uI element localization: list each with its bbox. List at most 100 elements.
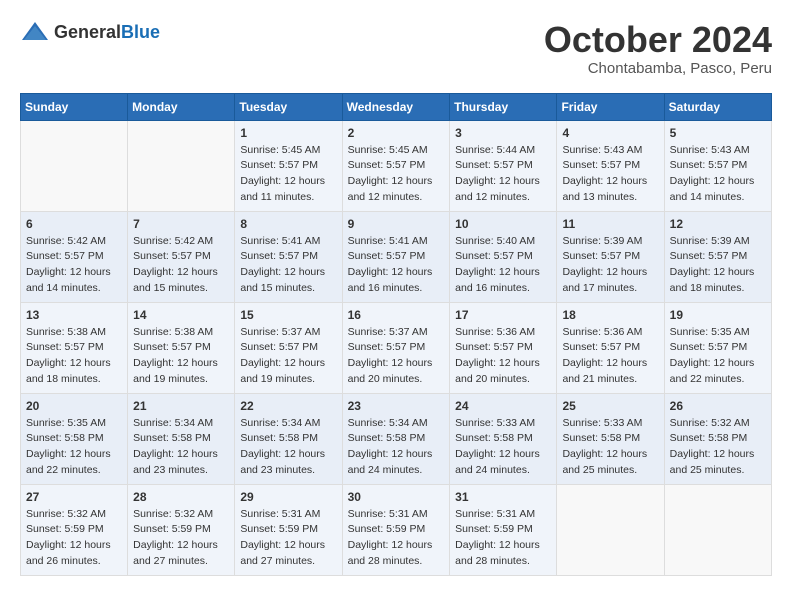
calendar-week-row: 6 Sunrise: 5:42 AMSunset: 5:57 PMDaylight…: [21, 211, 772, 302]
calendar-cell: 22 Sunrise: 5:34 AMSunset: 5:58 PMDayligh…: [235, 393, 342, 484]
calendar-cell: 3 Sunrise: 5:44 AMSunset: 5:57 PMDaylight…: [450, 120, 557, 211]
day-info: Sunrise: 5:35 AMSunset: 5:58 PMDaylight:…: [26, 416, 122, 479]
calendar-cell: 24Sunrise: 5:33 AMSunset: 5:58 PMDayligh…: [450, 393, 557, 484]
logo-icon: [20, 20, 50, 44]
day-number: 31: [455, 490, 551, 504]
day-info: Sunrise: 5:36 AMSunset: 5:57 PMDaylight:…: [562, 325, 658, 388]
day-number: 21: [133, 399, 229, 413]
calendar-cell: 14 Sunrise: 5:38 AMSunset: 5:57 PMDayligh…: [128, 302, 235, 393]
logo-general: General: [54, 22, 121, 42]
calendar-cell: 6 Sunrise: 5:42 AMSunset: 5:57 PMDaylight…: [21, 211, 128, 302]
day-number: 22: [240, 399, 336, 413]
calendar-cell: 1 Sunrise: 5:45 AMSunset: 5:57 PMDaylight…: [235, 120, 342, 211]
day-info: Sunrise: 5:34 AMSunset: 5:58 PMDaylight:…: [348, 416, 445, 479]
day-info: Sunrise: 5:43 AMSunset: 5:57 PMDaylight:…: [562, 143, 658, 206]
calendar-cell: [128, 120, 235, 211]
calendar-cell: [664, 484, 771, 575]
day-header-thursday: Thursday: [450, 93, 557, 120]
calendar-cell: 10Sunrise: 5:40 AMSunset: 5:57 PMDayligh…: [450, 211, 557, 302]
calendar-cell: 30 Sunrise: 5:31 AMSunset: 5:59 PMDayligh…: [342, 484, 450, 575]
day-info: Sunrise: 5:38 AMSunset: 5:57 PMDaylight:…: [133, 325, 229, 388]
calendar-cell: [557, 484, 664, 575]
day-info: Sunrise: 5:33 AMSunset: 5:58 PMDaylight:…: [562, 416, 658, 479]
day-info: Sunrise: 5:37 AMSunset: 5:57 PMDaylight:…: [348, 325, 445, 388]
day-number: 3: [455, 126, 551, 140]
day-header-tuesday: Tuesday: [235, 93, 342, 120]
day-number: 28: [133, 490, 229, 504]
day-info: Sunrise: 5:43 AMSunset: 5:57 PMDaylight:…: [670, 143, 766, 206]
day-info: Sunrise: 5:38 AMSunset: 5:57 PMDaylight:…: [26, 325, 122, 388]
logo: GeneralBlue: [20, 20, 160, 44]
day-number: 11: [562, 217, 658, 231]
calendar-cell: 17 Sunrise: 5:36 AMSunset: 5:57 PMDayligh…: [450, 302, 557, 393]
day-number: 23: [348, 399, 445, 413]
calendar-cell: 2Sunrise: 5:45 AMSunset: 5:57 PMDaylight…: [342, 120, 450, 211]
day-header-saturday: Saturday: [664, 93, 771, 120]
day-number: 27: [26, 490, 122, 504]
calendar-cell: 7Sunrise: 5:42 AMSunset: 5:57 PMDaylight…: [128, 211, 235, 302]
day-number: 7: [133, 217, 229, 231]
calendar-week-row: 1 Sunrise: 5:45 AMSunset: 5:57 PMDaylight…: [21, 120, 772, 211]
day-info: Sunrise: 5:45 AMSunset: 5:57 PMDaylight:…: [348, 143, 445, 206]
day-info: Sunrise: 5:31 AMSunset: 5:59 PMDaylight:…: [348, 507, 445, 570]
day-info: Sunrise: 5:37 AMSunset: 5:57 PMDaylight:…: [240, 325, 336, 388]
calendar-cell: 19Sunrise: 5:35 AMSunset: 5:57 PMDayligh…: [664, 302, 771, 393]
day-number: 1: [240, 126, 336, 140]
calendar-table: SundayMondayTuesdayWednesdayThursdayFrid…: [20, 93, 772, 576]
day-header-friday: Friday: [557, 93, 664, 120]
day-number: 17: [455, 308, 551, 322]
day-info: Sunrise: 5:36 AMSunset: 5:57 PMDaylight:…: [455, 325, 551, 388]
calendar-subtitle: Chontabamba, Pasco, Peru: [544, 60, 772, 77]
calendar-title: October 2024: [544, 20, 772, 60]
day-info: Sunrise: 5:32 AMSunset: 5:59 PMDaylight:…: [26, 507, 122, 570]
calendar-cell: 21Sunrise: 5:34 AMSunset: 5:58 PMDayligh…: [128, 393, 235, 484]
calendar-cell: 16Sunrise: 5:37 AMSunset: 5:57 PMDayligh…: [342, 302, 450, 393]
calendar-cell: 11 Sunrise: 5:39 AMSunset: 5:57 PMDayligh…: [557, 211, 664, 302]
calendar-cell: 31 Sunrise: 5:31 AMSunset: 5:59 PMDayligh…: [450, 484, 557, 575]
day-header-sunday: Sunday: [21, 93, 128, 120]
day-info: Sunrise: 5:34 AMSunset: 5:58 PMDaylight:…: [240, 416, 336, 479]
day-number: 8: [240, 217, 336, 231]
calendar-cell: 5 Sunrise: 5:43 AMSunset: 5:57 PMDaylight…: [664, 120, 771, 211]
day-number: 10: [455, 217, 551, 231]
calendar-cell: 8 Sunrise: 5:41 AMSunset: 5:57 PMDaylight…: [235, 211, 342, 302]
day-info: Sunrise: 5:39 AMSunset: 5:57 PMDaylight:…: [562, 234, 658, 297]
day-info: Sunrise: 5:41 AMSunset: 5:57 PMDaylight:…: [240, 234, 336, 297]
day-info: Sunrise: 5:32 AMSunset: 5:58 PMDaylight:…: [670, 416, 766, 479]
logo-blue: Blue: [121, 22, 160, 42]
calendar-cell: 9 Sunrise: 5:41 AMSunset: 5:57 PMDaylight…: [342, 211, 450, 302]
calendar-cell: 28 Sunrise: 5:32 AMSunset: 5:59 PMDayligh…: [128, 484, 235, 575]
day-number: 4: [562, 126, 658, 140]
day-info: Sunrise: 5:41 AMSunset: 5:57 PMDaylight:…: [348, 234, 445, 297]
day-number: 29: [240, 490, 336, 504]
day-info: Sunrise: 5:31 AMSunset: 5:59 PMDaylight:…: [240, 507, 336, 570]
calendar-week-row: 13 Sunrise: 5:38 AMSunset: 5:57 PMDayligh…: [21, 302, 772, 393]
calendar-cell: 23 Sunrise: 5:34 AMSunset: 5:58 PMDayligh…: [342, 393, 450, 484]
calendar-cell: 12Sunrise: 5:39 AMSunset: 5:57 PMDayligh…: [664, 211, 771, 302]
day-info: Sunrise: 5:33 AMSunset: 5:58 PMDaylight:…: [455, 416, 551, 479]
day-number: 30: [348, 490, 445, 504]
day-header-wednesday: Wednesday: [342, 93, 450, 120]
calendar-week-row: 27 Sunrise: 5:32 AMSunset: 5:59 PMDayligh…: [21, 484, 772, 575]
day-info: Sunrise: 5:42 AMSunset: 5:57 PMDaylight:…: [26, 234, 122, 297]
day-number: 13: [26, 308, 122, 322]
title-section: October 2024 Chontabamba, Pasco, Peru: [544, 20, 772, 77]
calendar-cell: 18 Sunrise: 5:36 AMSunset: 5:57 PMDayligh…: [557, 302, 664, 393]
day-number: 18: [562, 308, 658, 322]
calendar-cell: 4 Sunrise: 5:43 AMSunset: 5:57 PMDaylight…: [557, 120, 664, 211]
day-info: Sunrise: 5:39 AMSunset: 5:57 PMDaylight:…: [670, 234, 766, 297]
day-info: Sunrise: 5:45 AMSunset: 5:57 PMDaylight:…: [240, 143, 336, 206]
calendar-cell: 15Sunrise: 5:37 AMSunset: 5:57 PMDayligh…: [235, 302, 342, 393]
day-number: 6: [26, 217, 122, 231]
calendar-cell: 20Sunrise: 5:35 AMSunset: 5:58 PMDayligh…: [21, 393, 128, 484]
day-info: Sunrise: 5:31 AMSunset: 5:59 PMDaylight:…: [455, 507, 551, 570]
calendar-cell: 25Sunrise: 5:33 AMSunset: 5:58 PMDayligh…: [557, 393, 664, 484]
calendar-cell: 13 Sunrise: 5:38 AMSunset: 5:57 PMDayligh…: [21, 302, 128, 393]
day-info: Sunrise: 5:44 AMSunset: 5:57 PMDaylight:…: [455, 143, 551, 206]
day-number: 5: [670, 126, 766, 140]
day-number: 9: [348, 217, 445, 231]
page-header: GeneralBlue October 2024 Chontabamba, Pa…: [20, 20, 772, 77]
calendar-cell: 27 Sunrise: 5:32 AMSunset: 5:59 PMDayligh…: [21, 484, 128, 575]
day-number: 14: [133, 308, 229, 322]
day-info: Sunrise: 5:32 AMSunset: 5:59 PMDaylight:…: [133, 507, 229, 570]
